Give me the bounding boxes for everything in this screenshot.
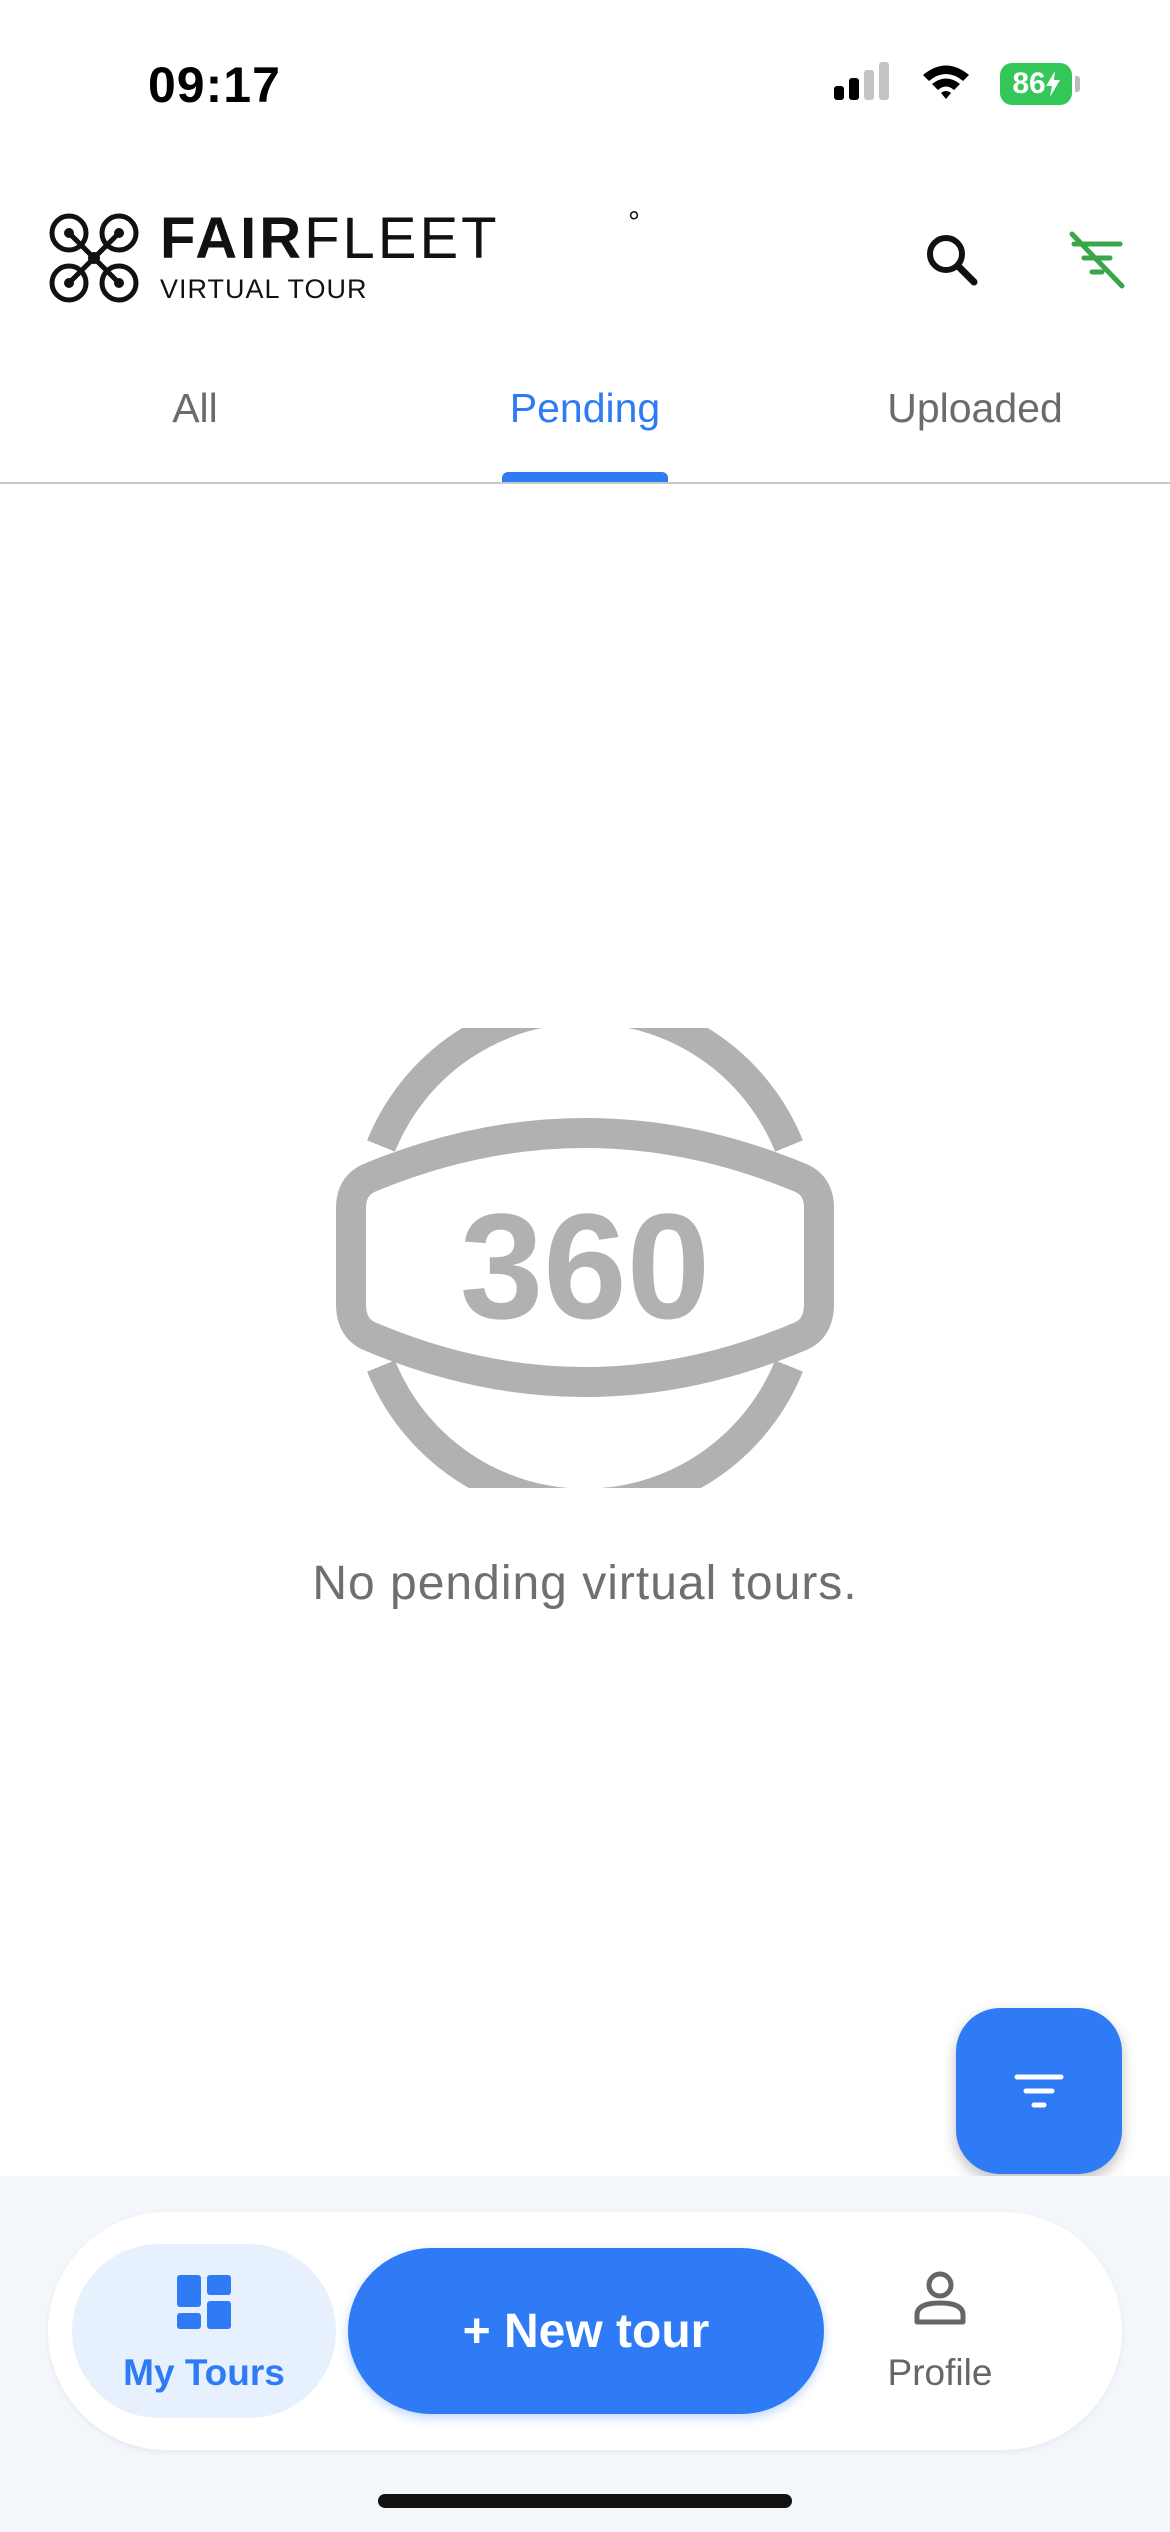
cellular-signal-icon bbox=[832, 61, 892, 107]
active-tab-indicator bbox=[502, 472, 668, 482]
logo-fair: FAIR bbox=[160, 206, 305, 271]
logo-wordmark: FAIRFLEET bbox=[160, 210, 500, 268]
nav-profile[interactable]: Profile bbox=[844, 2244, 1036, 2418]
tab-bar: All Pending Uploaded bbox=[0, 360, 1170, 484]
nav-my-tours-label: My Tours bbox=[123, 2352, 285, 2393]
battery-level: 86 bbox=[1012, 67, 1046, 100]
tab-pending[interactable]: Pending bbox=[390, 360, 780, 482]
app-header: FAIRFLEET ° VIRTUAL TOUR bbox=[0, 190, 1170, 330]
status-icons: 86 bbox=[832, 58, 1080, 110]
filter-off-button[interactable] bbox=[1056, 220, 1136, 300]
360-icon-text: 360 bbox=[460, 1182, 710, 1350]
logo-subtitle: VIRTUAL TOUR bbox=[160, 274, 368, 304]
status-bar: 09:17 86 bbox=[0, 0, 1170, 170]
drone-icon bbox=[49, 213, 139, 302]
charging-bolt-icon bbox=[1045, 71, 1060, 97]
search-button[interactable] bbox=[912, 220, 992, 300]
logo-fleet: FLEET bbox=[304, 206, 500, 271]
filter-off-icon bbox=[1069, 231, 1125, 289]
tab-uploaded[interactable]: Uploaded bbox=[780, 360, 1170, 482]
filter-icon bbox=[1014, 2074, 1064, 2108]
360-view-icon: 360 bbox=[336, 1028, 834, 1488]
battery-indicator: 86 bbox=[1000, 63, 1080, 105]
dashboard-icon bbox=[177, 2275, 231, 2329]
tab-all[interactable]: All bbox=[0, 360, 390, 482]
new-tour-button[interactable]: + New tour bbox=[348, 2248, 824, 2414]
home-indicator bbox=[378, 2494, 792, 2508]
empty-state-message: No pending virtual tours. bbox=[312, 1557, 858, 1610]
wifi-icon bbox=[920, 62, 972, 107]
nav-my-tours[interactable]: My Tours bbox=[72, 2244, 336, 2418]
search-icon bbox=[927, 235, 978, 286]
person-icon bbox=[914, 2271, 966, 2325]
nav-profile-label: Profile bbox=[887, 2352, 993, 2393]
logo-degree-mark: ° bbox=[628, 206, 640, 239]
fairfleet-logo: FAIRFLEET ° VIRTUAL TOUR bbox=[48, 206, 640, 305]
filter-fab[interactable] bbox=[956, 2008, 1122, 2174]
status-time: 09:17 bbox=[148, 57, 281, 113]
logo-text: FAIRFLEET ° VIRTUAL TOUR bbox=[160, 206, 640, 305]
